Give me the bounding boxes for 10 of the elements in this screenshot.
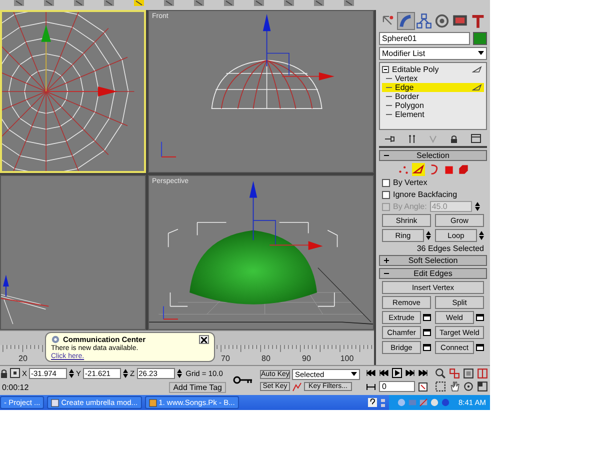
checkbox-label: Ignore Backfacing (393, 190, 458, 200)
frame-number: 80 (260, 354, 272, 363)
prompt-time-text: 0:00:12 (1, 382, 30, 392)
frame-number: 70 (220, 354, 231, 363)
checkbox-label: By Vertex (393, 178, 428, 188)
frame-number: 90 (301, 354, 312, 363)
frame-number: 100 (339, 354, 355, 363)
frame-number: 20 (18, 354, 28, 363)
checkbox-label: By Angle: (393, 202, 427, 212)
selection-count-text: 36 Edges Selected (416, 244, 484, 253)
